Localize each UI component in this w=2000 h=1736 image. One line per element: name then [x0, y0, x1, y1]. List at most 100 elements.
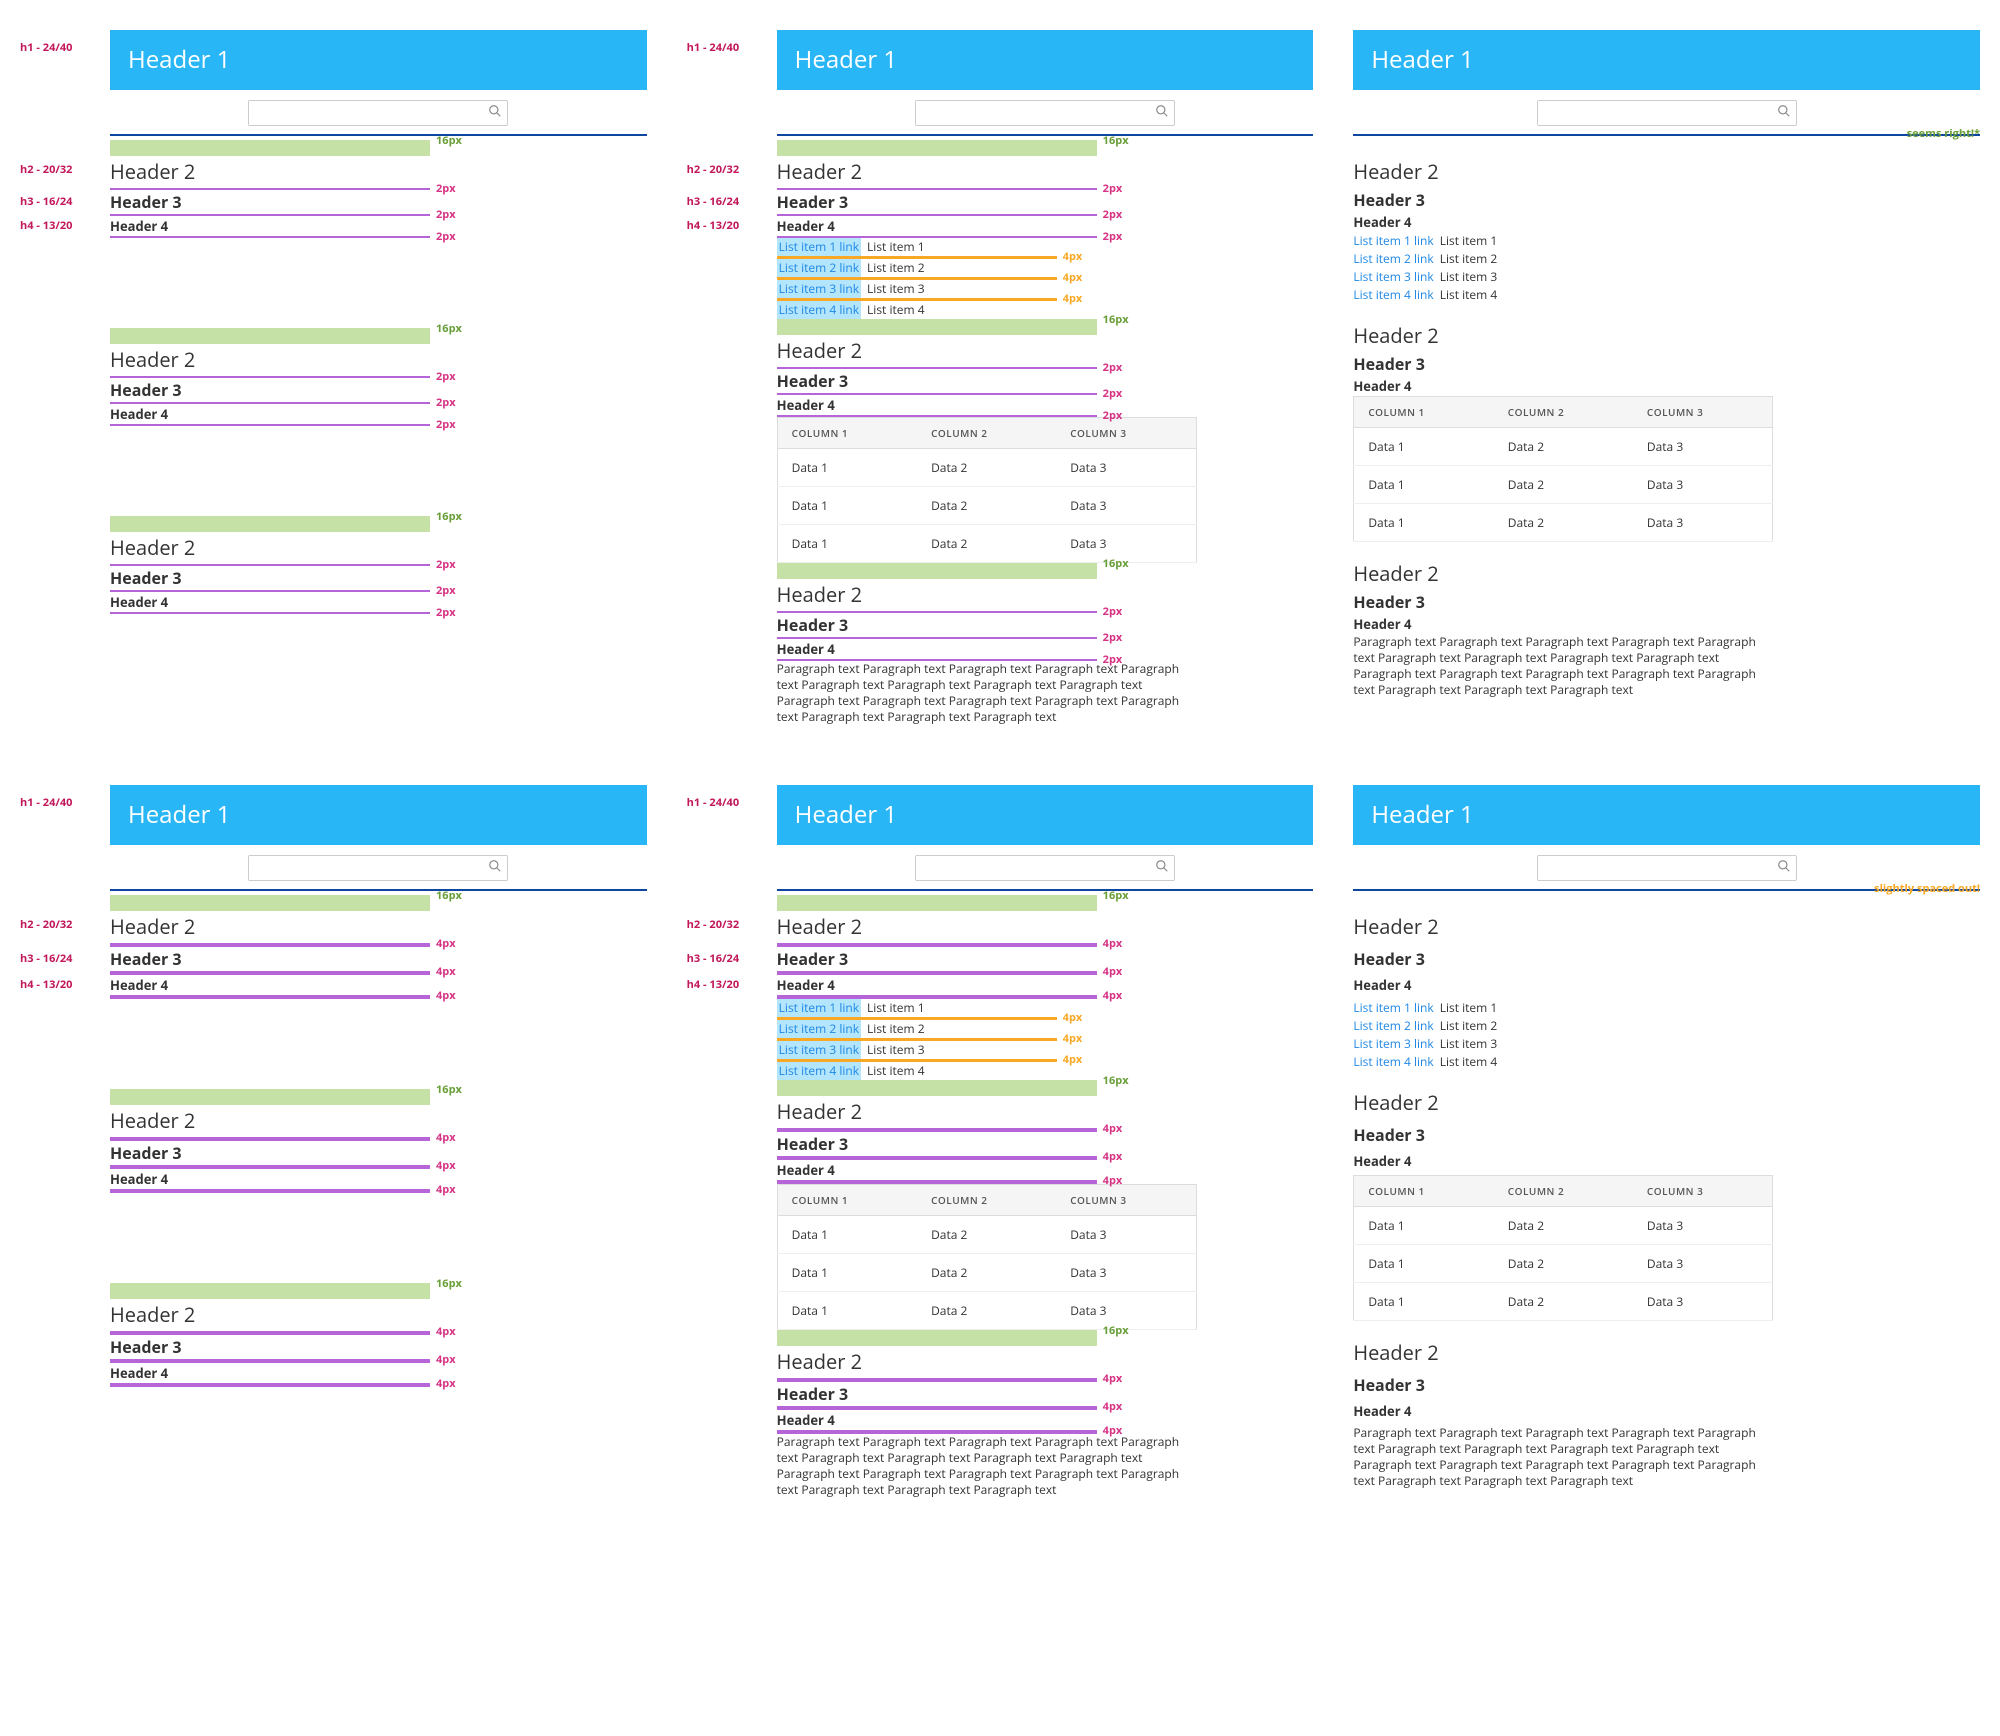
list-item-link[interactable]: List item 1 link [1353, 232, 1433, 250]
typo-h4-label: h4 - 13/20 [687, 218, 739, 233]
rule-2px [110, 612, 430, 614]
h4: Header 4 [777, 395, 1314, 415]
search-input[interactable] [916, 856, 1150, 880]
search-field[interactable] [248, 100, 508, 126]
list-item-link[interactable]: List item 3 link [1353, 268, 1433, 286]
h4: Header 4 [110, 975, 647, 995]
page-title: Header 1 [795, 798, 897, 831]
list-item: List item 1 linkList item 1 [777, 238, 1314, 256]
rule-label: 4px [1103, 1173, 1123, 1188]
list-item-text: List item 2 [1440, 250, 1498, 268]
search-input[interactable] [916, 101, 1150, 125]
search-field[interactable] [1537, 100, 1797, 126]
rule-label: 2px [436, 417, 456, 432]
search-input[interactable] [249, 856, 483, 880]
rule-2px [110, 214, 430, 216]
gap-label: 16px [1103, 1073, 1129, 1088]
h3: Header 3 [110, 1141, 647, 1165]
data-table: COLUMN 1 COLUMN 2 COLUMN 3 Data 1Data 2D… [1353, 1175, 1773, 1321]
list-item: List item 3 linkList item 3 [1353, 1035, 1980, 1053]
list-item-link[interactable]: List item 3 link [1353, 1035, 1433, 1053]
rule-4px [777, 1406, 1097, 1410]
search-wrap [777, 90, 1314, 134]
list-item-link[interactable]: List item 2 link [1353, 1017, 1433, 1035]
list-item-link[interactable]: List item 2 link [777, 1020, 861, 1038]
rule-2px [110, 590, 430, 592]
h4: Header 4 [110, 216, 647, 236]
search-input[interactable] [1538, 856, 1772, 880]
rule-2px [777, 637, 1097, 639]
h4: Header 4 [1353, 1401, 1980, 1421]
list-item-text: List item 2 [1440, 1017, 1498, 1035]
list-item-text: List item 2 [867, 259, 925, 277]
gap-16 [777, 1330, 1097, 1346]
list-item: List item 4 linkList item 4 [1353, 1053, 1980, 1071]
h2: Header 2 [1353, 911, 1980, 943]
h4: Header 4 [110, 1169, 647, 1189]
list-item-link[interactable]: List item 3 link [777, 280, 861, 298]
table-row: Data 1Data 2Data 3 [1354, 466, 1773, 504]
list-item: List item 4 linkList item 4 [777, 301, 1314, 319]
rule-4px [777, 1156, 1097, 1160]
col-header: COLUMN 2 [917, 418, 1056, 449]
h2: Header 2 [110, 344, 647, 376]
rule-label: 4px [436, 1130, 456, 1145]
search-field[interactable] [915, 100, 1175, 126]
h2: Header 2 [777, 579, 1314, 611]
search-icon [1150, 859, 1174, 878]
rule-label: 4px [1103, 1399, 1123, 1414]
col-header: COLUMN 3 [1633, 1176, 1773, 1207]
rule-label: 4px [436, 936, 456, 951]
search-wrap [1353, 90, 1980, 134]
rule-4px [777, 1378, 1097, 1382]
col-header: COLUMN 1 [1354, 397, 1494, 428]
typo-h4-label: h4 - 13/20 [20, 977, 72, 992]
typo-h2-label: h2 - 20/32 [687, 162, 739, 177]
col-header: COLUMN 1 [777, 418, 917, 449]
col-header: COLUMN 2 [1494, 397, 1633, 428]
search-field[interactable] [915, 855, 1175, 881]
list-item-link[interactable]: List item 3 link [777, 1041, 861, 1059]
table-row: Data 1Data 2Data 3 [777, 1254, 1196, 1292]
list-item-link[interactable]: List item 1 link [777, 238, 861, 256]
list-item-link[interactable]: List item 2 link [777, 259, 861, 277]
rule-label: 2px [1103, 207, 1123, 222]
table-row: Data 1Data 2Data 3 [777, 449, 1196, 487]
list-item-link[interactable]: List item 4 link [1353, 1053, 1433, 1071]
typo-h4-label: h4 - 13/20 [687, 977, 739, 992]
gap-label: 16px [436, 321, 462, 336]
list-item-text: List item 4 [867, 1062, 925, 1080]
list: List item 1 linkList item 1 4px List ite… [777, 238, 1314, 319]
typo-h2-label: h2 - 20/32 [20, 162, 72, 177]
list-item: List item 2 link List item 2 [1353, 1017, 1980, 1035]
h3: Header 3 [1353, 947, 1980, 971]
list-item-link[interactable]: List item 1 link [1353, 999, 1433, 1017]
page-banner: Header 1 [777, 785, 1314, 845]
rule-label: 4px [436, 1324, 456, 1339]
rule-4px [777, 971, 1097, 975]
h2: Header 2 [110, 156, 647, 188]
list-item-link[interactable]: List item 2 link [1353, 250, 1433, 268]
page-title: Header 1 [1371, 43, 1473, 76]
search-input[interactable] [1538, 101, 1772, 125]
list-item-text: List item 1 [1440, 232, 1498, 250]
h3: Header 3 [110, 190, 647, 214]
search-field[interactable] [1537, 855, 1797, 881]
data-table: COLUMN 1 COLUMN 2 COLUMN 3 Data 1Data 2D… [777, 1184, 1197, 1330]
rule-label: 4px [1103, 964, 1123, 979]
rule-label: 4px [1103, 1149, 1123, 1164]
h4: Header 4 [777, 639, 1314, 659]
list-item-link[interactable]: List item 4 link [777, 1062, 861, 1080]
search-field[interactable] [248, 855, 508, 881]
rule-label: 2px [436, 605, 456, 620]
list-item-link[interactable]: List item 4 link [1353, 286, 1433, 304]
list-item-link[interactable]: List item 1 link [777, 999, 861, 1017]
rule-2px [110, 424, 430, 426]
list-item-link[interactable]: List item 4 link [777, 301, 861, 319]
variant-tight-content: h1 - 24/40 Header 1 16px h2 - 20/32 Head… [687, 30, 1314, 725]
typo-h1-label: h1 - 24/40 [20, 40, 72, 55]
h3: Header 3 [777, 1132, 1314, 1156]
search-input[interactable] [249, 101, 483, 125]
h4: Header 4 [777, 1160, 1314, 1180]
gap-label: 16px [436, 1276, 462, 1291]
